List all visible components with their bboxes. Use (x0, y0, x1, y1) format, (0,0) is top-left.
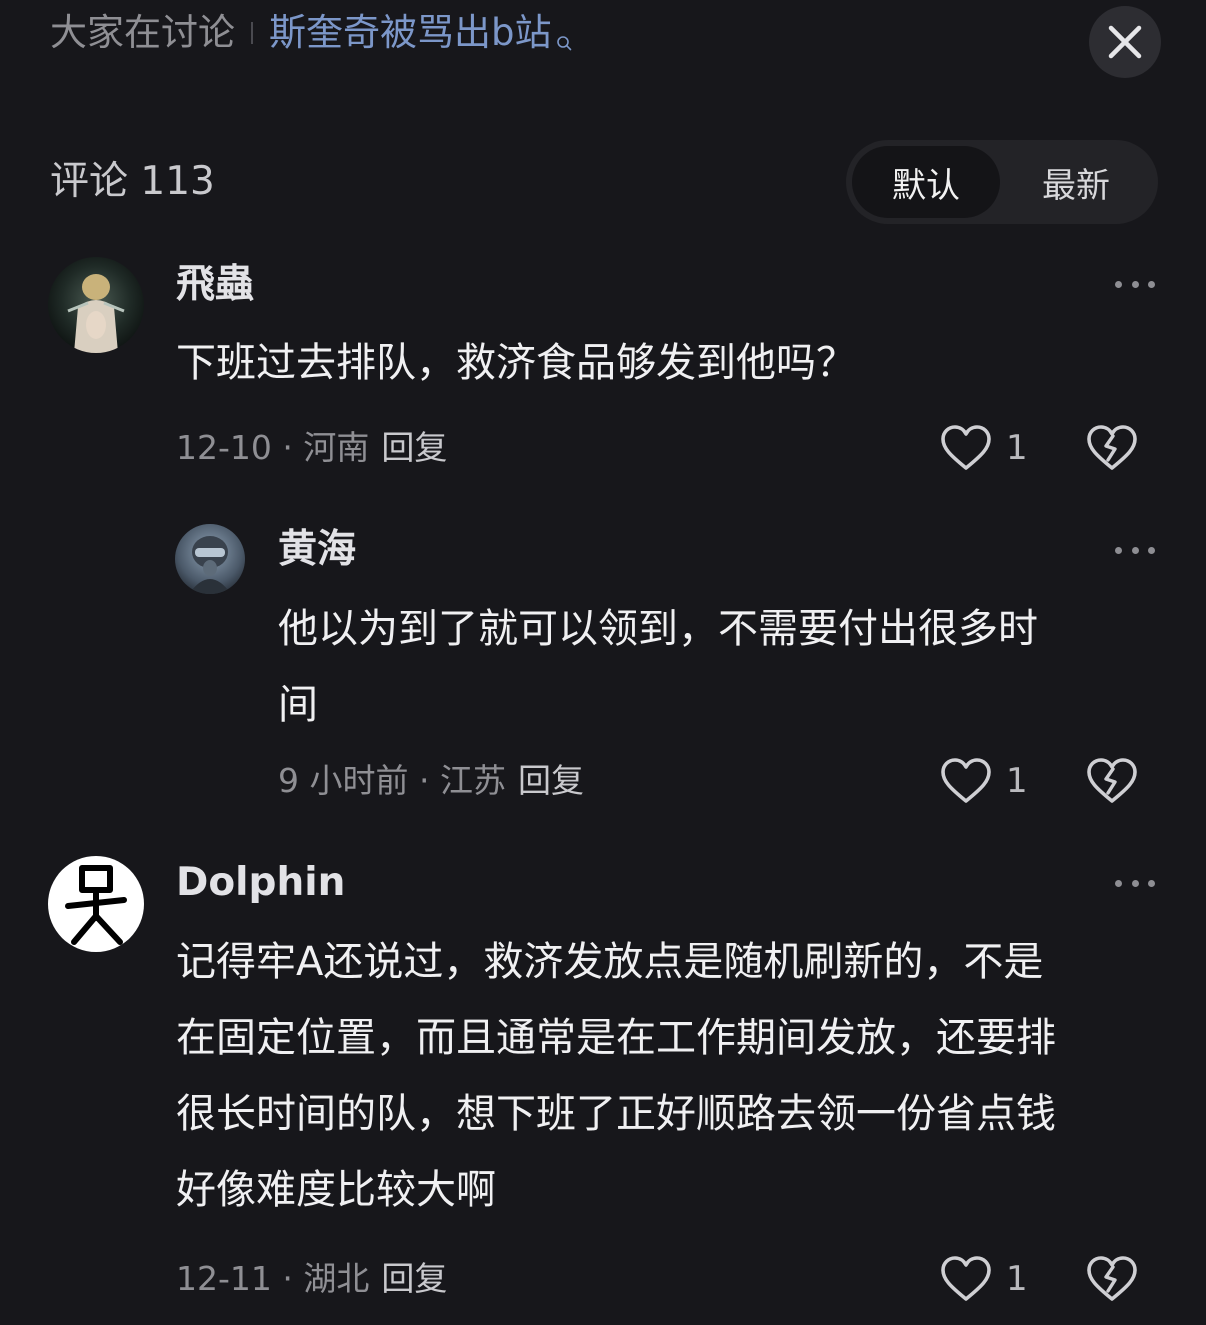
comment-line: 记得牢A还说过，救济发放点是随机刷新的，不是 (176, 939, 1044, 985)
comment-time: 12-11 (176, 1259, 272, 1298)
comment-meta: 12-11 · 湖北 回复 (176, 1256, 447, 1302)
more-options-button[interactable] (1115, 873, 1155, 893)
more-options-button[interactable] (1115, 540, 1155, 560)
discussion-header: 大家在讨论 斯奎奇被骂出b站 (50, 8, 572, 58)
like-button[interactable]: 1 (940, 753, 1040, 809)
comment-meta: 9 小时前 · 江苏 回复 (278, 758, 584, 804)
comment-location: 湖北 (303, 1259, 370, 1298)
reply-button[interactable]: 回复 (381, 428, 447, 467)
comment-location: 河南 (303, 428, 370, 467)
reply-button[interactable]: 回复 (518, 761, 584, 800)
comment-location: 江苏 (440, 761, 506, 800)
username[interactable]: 飛蟲 (176, 259, 254, 311)
avatar[interactable] (48, 257, 144, 353)
search-icon (556, 14, 572, 51)
dislike-button[interactable] (1084, 1251, 1140, 1307)
heart-icon (941, 1256, 991, 1301)
broken-heart-icon (1087, 425, 1137, 470)
comment-meta: 12-10 · 河南 回复 (176, 425, 447, 471)
heart-icon (941, 425, 991, 470)
header-divider (251, 22, 253, 44)
comment-time: 12-10 (176, 428, 272, 467)
comment-content: 记得牢A还说过，救济发放点是随机刷新的，不是 在固定位置，而且通常是在工作期间发… (176, 924, 1056, 1228)
username[interactable]: Dolphin (176, 857, 345, 909)
username[interactable]: 黄海 (278, 524, 356, 576)
dislike-button[interactable] (1084, 753, 1140, 809)
comment-line: 他以为到了就可以领到，不需要付出很多时 (278, 606, 1038, 652)
dislike-button[interactable] (1084, 420, 1140, 476)
comment-line: 好像难度比较大啊 (176, 1167, 496, 1213)
sort-toggle: 默认 最新 (846, 140, 1158, 224)
comment-line: 在固定位置，而且通常是在工作期间发放，还要排 (176, 1015, 1056, 1061)
comment-content: 他以为到了就可以领到，不需要付出很多时 间 (278, 591, 1038, 743)
meta-dot: · (282, 428, 293, 467)
close-button[interactable] (1089, 6, 1161, 78)
avatar[interactable] (48, 856, 144, 952)
comment-time: 9 小时前 (278, 761, 409, 800)
meta-dot: · (419, 761, 430, 800)
broken-heart-icon (1087, 758, 1137, 803)
broken-heart-icon (1087, 1256, 1137, 1301)
comment-line: 间 (278, 682, 318, 728)
sort-latest-button[interactable]: 最新 (1002, 146, 1150, 218)
like-button[interactable]: 1 (940, 1251, 1040, 1307)
heart-icon (941, 758, 991, 803)
comment-count: 评论 113 (50, 159, 215, 204)
like-count: 1 (1006, 428, 1028, 468)
comment-line: 很长时间的队，想下班了正好顺路去领一份省点钱 (176, 1091, 1056, 1137)
avatar[interactable] (175, 524, 245, 594)
sort-default-button[interactable]: 默认 (852, 146, 1000, 218)
like-button[interactable]: 1 (940, 420, 1040, 476)
more-options-button[interactable] (1115, 274, 1155, 294)
meta-dot: · (282, 1259, 293, 1298)
discussion-label: 大家在讨论 (50, 11, 235, 54)
like-count: 1 (1006, 1259, 1028, 1299)
close-icon (1108, 25, 1142, 59)
reply-button[interactable]: 回复 (381, 1259, 447, 1298)
comment-line: 下班过去排队，救济食品够发到他吗？ (176, 340, 856, 386)
like-count: 1 (1006, 761, 1028, 801)
topic-link[interactable]: 斯奎奇被骂出b站 (269, 8, 552, 58)
comment-content: 下班过去排队，救济食品够发到他吗？ (176, 325, 856, 401)
